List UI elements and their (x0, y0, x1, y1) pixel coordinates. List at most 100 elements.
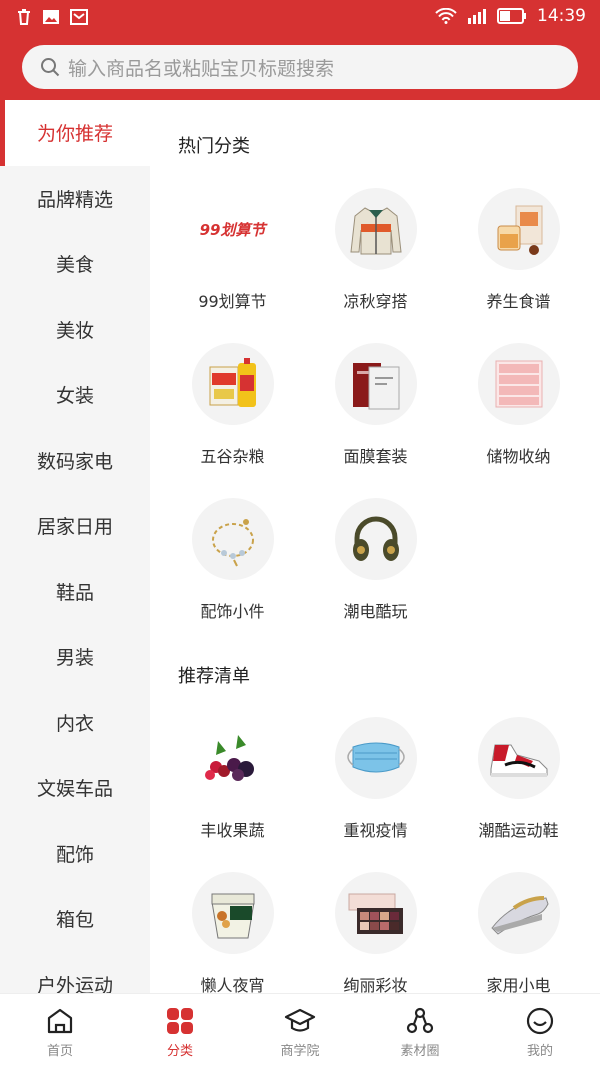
category-content: 热门分类 99划算节 99划算节 凉秋穿搭 养生食谱 五谷杂粮 面膜套装 储物收… (150, 100, 600, 993)
bottom-tab-bar: 首页 分类 商学院 素材圈 我的 (0, 993, 600, 1067)
category-item[interactable]: 凉秋穿搭 (304, 188, 447, 343)
sidebar-item-label: 数码家电 (36, 450, 113, 473)
promo-logo-text: 99划算节 (199, 220, 266, 239)
category-label: 重视疫情 (343, 821, 408, 840)
hot-section-title: 热门分类 (178, 136, 250, 157)
recommend-grid: 丰收果蔬 重视疫情 潮酷运动鞋 懒人夜宵 绚丽彩妆 家用小电 (150, 717, 600, 993)
category-item[interactable]: 家用小电 (447, 872, 590, 993)
signal-icon (468, 9, 486, 24)
category-item[interactable]: 面膜套装 (304, 343, 447, 498)
tab-mine[interactable]: 我的 (480, 994, 600, 1067)
graduation-cap-icon (284, 1008, 316, 1032)
sidebar-item-recommend[interactable]: 为你推荐 (0, 100, 150, 166)
wifi-icon (435, 8, 457, 24)
smile-icon (526, 1007, 554, 1035)
category-item[interactable]: 懒人夜宵 (161, 872, 304, 993)
home-icon (47, 1008, 73, 1034)
category-item[interactable]: 99划算节 99划算节 (161, 188, 304, 343)
sidebar-item-digital[interactable]: 数码家电 (0, 428, 150, 494)
tab-label: 我的 (526, 1044, 553, 1059)
sneaker-image (477, 717, 560, 799)
sidebar-item-underwear[interactable]: 内衣 (0, 690, 150, 756)
category-item[interactable]: 配饰小件 (161, 498, 304, 653)
category-label: 五谷杂粮 (200, 447, 265, 466)
search-placeholder: 输入商品名或粘贴宝贝标题搜索 (68, 57, 335, 80)
sidebar-item-bags[interactable]: 箱包 (0, 886, 150, 952)
sidebar-item-label: 美食 (55, 254, 94, 277)
recommend-section-title: 推荐清单 (178, 666, 250, 687)
category-item[interactable]: 潮电酷玩 (304, 498, 447, 653)
category-label: 面膜套装 (343, 447, 408, 466)
storage-drawer-image (477, 343, 560, 425)
sidebar-item-women[interactable]: 女装 (0, 362, 150, 428)
category-icon (167, 1008, 193, 1034)
sidebar-item-men[interactable]: 男装 (0, 624, 150, 690)
sidebar-item-label: 文娱车品 (36, 778, 113, 801)
category-label: 潮电酷玩 (343, 602, 408, 621)
bracelet-image (191, 498, 274, 580)
category-item[interactable]: 五谷杂粮 (161, 343, 304, 498)
category-item[interactable]: 绚丽彩妆 (304, 872, 447, 993)
category-label: 养生食谱 (486, 292, 551, 311)
category-label: 潮酷运动鞋 (478, 821, 559, 840)
sidebar-item-label: 美妆 (55, 319, 94, 342)
sidebar-item-label: 内衣 (55, 712, 94, 735)
top-header: 14:39 输入商品名或粘贴宝贝标题搜索 (0, 0, 600, 100)
status-bar: 14:39 (0, 0, 600, 34)
jacket-image (334, 188, 417, 270)
iron-image (477, 872, 560, 954)
sidebar-item-label: 居家日用 (36, 516, 113, 539)
category-item[interactable]: 丰收果蔬 (161, 717, 304, 872)
sidebar-item-entertainment[interactable]: 文娱车品 (0, 755, 150, 821)
sidebar-item-shoes[interactable]: 鞋品 (0, 559, 150, 625)
sidebar-item-label: 女装 (55, 385, 94, 408)
category-item[interactable]: 养生食谱 (447, 188, 590, 343)
category-item[interactable]: 储物收纳 (447, 343, 590, 498)
sidebar-item-label: 为你推荐 (36, 123, 113, 146)
category-label: 懒人夜宵 (200, 976, 265, 993)
sidebar-item-label: 配饰 (55, 843, 94, 866)
health-recipe-image (477, 188, 560, 270)
tab-label: 商学院 (280, 1044, 320, 1059)
sidebar-item-label: 男装 (55, 647, 94, 670)
sidebar-item-brand[interactable]: 品牌精选 (0, 166, 150, 232)
sidebar-item-beauty[interactable]: 美妆 (0, 297, 150, 363)
search-input[interactable]: 输入商品名或粘贴宝贝标题搜索 (22, 45, 578, 89)
category-item[interactable]: 重视疫情 (304, 717, 447, 872)
tab-category[interactable]: 分类 (120, 994, 240, 1067)
hot-category-grid: 99划算节 99划算节 凉秋穿搭 养生食谱 五谷杂粮 面膜套装 储物收纳 配饰小… (150, 188, 600, 653)
mail-icon (70, 9, 88, 25)
sidebar-item-label: 品牌精选 (36, 188, 113, 211)
category-item[interactable]: 潮酷运动鞋 (447, 717, 590, 872)
tab-home[interactable]: 首页 (0, 994, 120, 1067)
snack-image (191, 872, 274, 954)
sidebar-item-label: 户外运动 (36, 974, 113, 993)
headphones-image (334, 498, 417, 580)
status-time: 14:39 (537, 6, 586, 26)
sidebar-item-home[interactable]: 居家日用 (0, 493, 150, 559)
share-circle-icon (406, 1007, 434, 1034)
tab-materials[interactable]: 素材圈 (360, 994, 480, 1067)
tab-label: 首页 (46, 1044, 73, 1059)
sidebar-item-food[interactable]: 美食 (0, 231, 150, 297)
medical-mask-image (334, 717, 417, 799)
sidebar-item-label: 箱包 (55, 909, 94, 932)
sidebar-item-outdoor[interactable]: 户外运动 (0, 952, 150, 993)
tab-label: 素材圈 (400, 1044, 440, 1059)
image-icon (43, 10, 59, 24)
tab-academy[interactable]: 商学院 (240, 994, 360, 1067)
sidebar-item-accessories[interactable]: 配饰 (0, 821, 150, 887)
trash-icon (18, 9, 30, 25)
category-sidebar: 为你推荐 品牌精选 美食 美妆 女装 数码家电 居家日用 鞋品 男装 内衣 文娱… (0, 100, 150, 993)
promo-logo: 99划算节 (191, 188, 274, 270)
fruit-image (191, 717, 274, 799)
category-label: 绚丽彩妆 (343, 976, 408, 993)
category-label: 储物收纳 (486, 447, 551, 466)
sidebar-item-label: 鞋品 (55, 581, 94, 604)
face-mask-image (334, 343, 417, 425)
category-label: 凉秋穿搭 (343, 292, 408, 311)
search-icon (41, 58, 60, 77)
grain-oil-image (191, 343, 274, 425)
category-label: 家用小电 (486, 976, 551, 993)
tab-label: 分类 (166, 1044, 193, 1059)
